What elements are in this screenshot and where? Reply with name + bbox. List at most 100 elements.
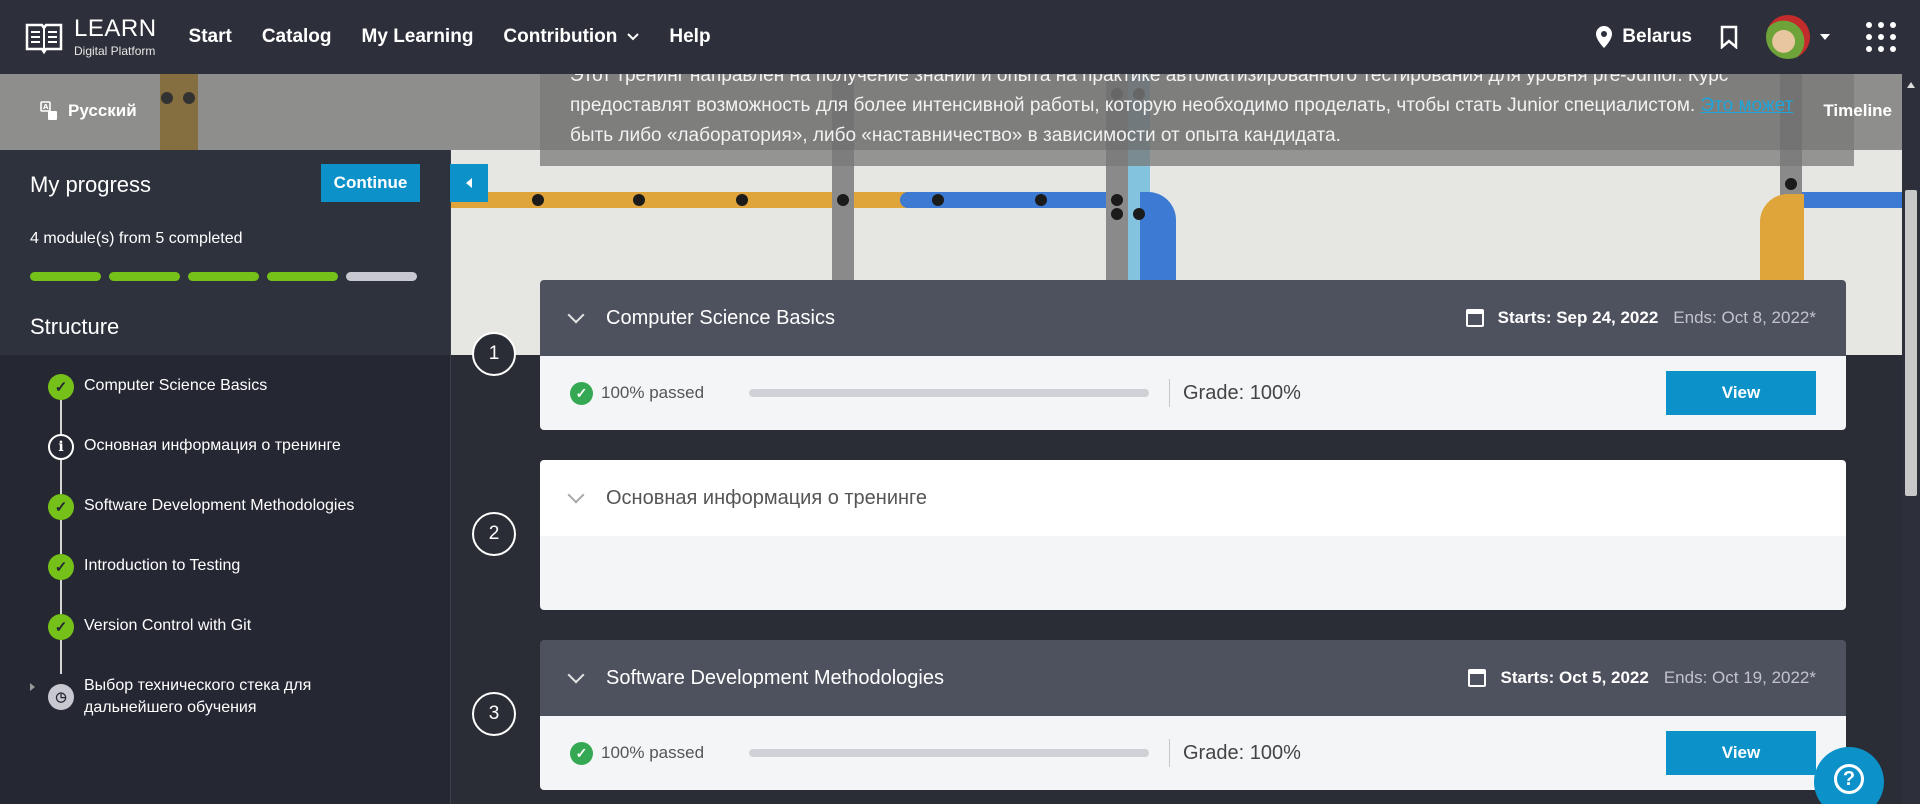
location-selector[interactable]: Belarus [1596, 26, 1692, 48]
end-date: Ends: Oct 19, 2022* [1663, 668, 1816, 687]
progress-bar [749, 389, 1149, 397]
collapse-sidebar-button[interactable] [450, 164, 488, 202]
chevron-down-icon [567, 486, 585, 504]
language-selector[interactable]: A Русский [40, 101, 137, 121]
user-menu[interactable] [1766, 15, 1830, 59]
progress-segment [109, 272, 180, 281]
structure-item[interactable]: ◷ Выбор технического стека для дальнейше… [30, 674, 354, 719]
module-card: Computer Science Basics Starts: Sep 24, … [540, 280, 1846, 430]
caret-down-icon [1820, 34, 1830, 40]
nav-contribution[interactable]: Contribution [503, 26, 640, 48]
question-mark-icon: ? [1834, 764, 1864, 794]
progress-sidebar: My progress Continue 4 module(s) from 5 … [0, 150, 450, 804]
info-icon: i [48, 434, 74, 460]
book-logo-icon [25, 23, 63, 55]
grade-label: Grade: 100% [1183, 741, 1301, 764]
nav-help[interactable]: Help [669, 26, 710, 48]
calendar-icon [1465, 309, 1484, 327]
description-link[interactable]: Это может [1700, 95, 1793, 116]
module-number: 2 [472, 512, 516, 556]
grade-label: Grade: 100% [1183, 381, 1301, 404]
progress-segment [188, 272, 259, 281]
bookmark-icon[interactable] [1720, 25, 1738, 49]
checkmark-icon: ✓ [48, 554, 74, 580]
nav-catalog[interactable]: Catalog [262, 26, 332, 48]
module-summary: ✓ 100% passed Grade: 100% View [540, 716, 1846, 790]
progress-count: 4 module(s) from 5 completed [30, 230, 243, 247]
structure-item-label: Основная информация о тренинге [84, 437, 341, 454]
logo-title: LEARN [74, 15, 157, 42]
module-dates: Starts: Oct 5, 2022 Ends: Oct 19, 2022* [1468, 668, 1816, 688]
start-date: Starts: Sep 24, 2022 [1497, 308, 1659, 327]
module-title: Computer Science Basics [606, 306, 835, 329]
svg-text:A: A [43, 103, 49, 111]
chevron-down-icon [627, 33, 640, 41]
structure-item[interactable]: ✓ Introduction to Testing [48, 554, 354, 614]
structure-item[interactable]: ✓ Software Development Methodologies [48, 494, 354, 554]
structure-item[interactable]: ✓ Version Control with Git [48, 614, 354, 674]
module-summary: ✓ 100% passed Grade: 100% View [540, 356, 1846, 430]
nav-start[interactable]: Start [189, 26, 232, 48]
checkmark-icon: ✓ [570, 741, 593, 765]
chevron-down-icon [567, 306, 585, 324]
structure-item-label: Software Development Methodologies [84, 497, 355, 514]
progress-segment [267, 272, 338, 281]
structure-item-label: Introduction to Testing [84, 557, 241, 574]
nav-my-learning[interactable]: My Learning [362, 26, 474, 48]
checkmark-icon: ✓ [48, 494, 74, 520]
top-navigation: LEARN Digital Platform Start Catalog My … [0, 0, 1920, 74]
description-tail: быть либо «лаборатория», либо «наставнич… [570, 125, 1341, 146]
checkmark-icon: ✓ [48, 614, 74, 640]
module-header[interactable]: Software Development Methodologies Start… [540, 640, 1846, 716]
structure-item-label: Computer Science Basics [84, 377, 268, 394]
apps-grid-icon[interactable] [1866, 22, 1896, 52]
structure-title: Structure [30, 314, 120, 339]
progress-segment [346, 272, 417, 281]
structure-item-label: Version Control with Git [84, 617, 252, 634]
calendar-icon [1468, 669, 1487, 687]
scroll-up-icon[interactable] [1907, 82, 1915, 88]
progress-title: My progress [30, 172, 152, 197]
structure-item[interactable]: ✓ Computer Science Basics [48, 374, 354, 434]
continue-button[interactable]: Continue [321, 164, 420, 202]
nav-contribution-label: Contribution [503, 26, 618, 47]
module-header[interactable]: Основная информация о тренинге [540, 460, 1846, 536]
expand-caret-icon[interactable] [30, 683, 35, 691]
checkmark-icon: ✓ [570, 381, 593, 405]
translate-icon: A [40, 101, 57, 120]
description-text: Этот тренинг направлен на получение знан… [570, 74, 1729, 116]
checkmark-icon: ✓ [48, 374, 74, 400]
clock-icon: ◷ [48, 684, 74, 710]
module-summary [540, 536, 1846, 610]
module-header[interactable]: Computer Science Basics Starts: Sep 24, … [540, 280, 1846, 356]
passed-status: 100% passed [601, 383, 705, 402]
location-pin-icon [1596, 26, 1613, 48]
passed-status: 100% passed [601, 743, 705, 762]
view-button[interactable]: View [1666, 371, 1816, 415]
location-label: Belarus [1622, 26, 1692, 47]
progress-bar [749, 749, 1149, 757]
scrollbar-thumb[interactable] [1905, 190, 1917, 496]
chevron-down-icon [567, 666, 585, 684]
structure-item[interactable]: i Основная информация о тренинге [48, 434, 354, 494]
start-date: Starts: Oct 5, 2022 [1500, 668, 1649, 687]
module-number: 1 [472, 332, 516, 376]
module-title: Основная информация о тренинге [606, 486, 928, 509]
module-card: Software Development Methodologies Start… [540, 640, 1846, 790]
tab-timeline[interactable]: Timeline [1823, 101, 1892, 121]
structure-list: ✓ Computer Science Basics i Основная инф… [30, 374, 354, 719]
avatar [1766, 15, 1810, 59]
module-dates: Starts: Sep 24, 2022 Ends: Oct 8, 2022* [1465, 308, 1816, 328]
progress-segments [30, 272, 417, 281]
module-card: Основная информация о тренинге [540, 460, 1846, 610]
help-button[interactable]: ? [1814, 747, 1884, 804]
end-date: Ends: Oct 8, 2022* [1673, 308, 1816, 327]
view-button[interactable]: View [1666, 731, 1816, 775]
module-title: Software Development Methodologies [606, 666, 944, 689]
language-label: Русский [68, 101, 137, 120]
logo-subtitle: Digital Platform [74, 44, 156, 58]
chevron-left-icon [466, 178, 472, 188]
progress-segment [30, 272, 101, 281]
course-description: Этот тренинг направлен на получение знан… [540, 74, 1854, 166]
logo[interactable]: LEARN Digital Platform [24, 17, 157, 57]
